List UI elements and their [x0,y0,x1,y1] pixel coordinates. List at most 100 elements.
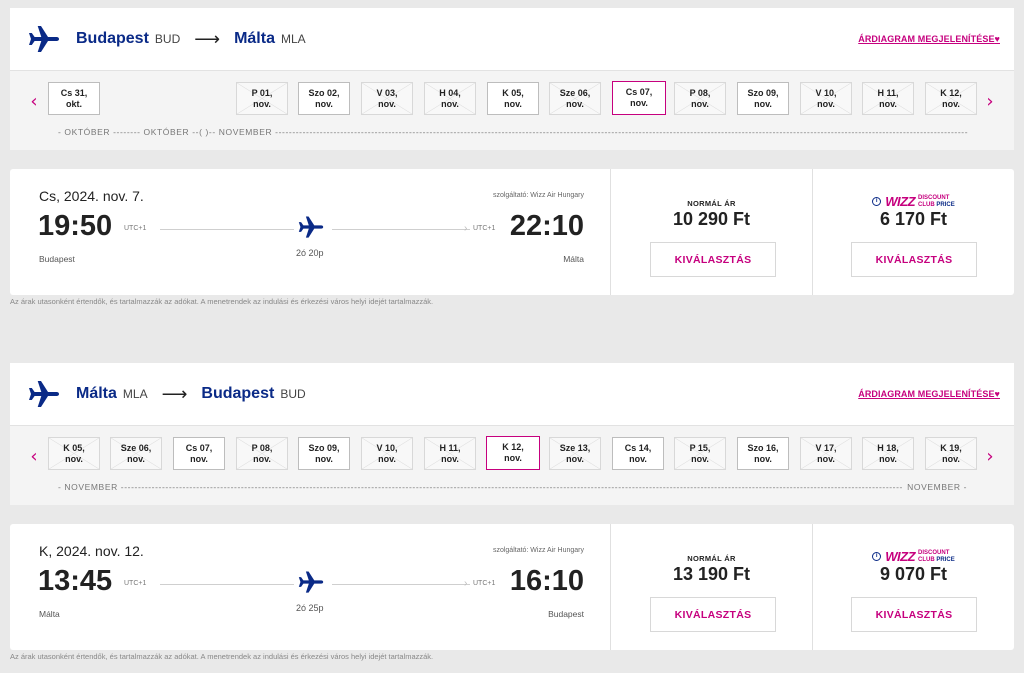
chevron-right-icon[interactable]: › [980,446,1000,467]
plane-icon [298,571,324,593]
departure-utc: UTC+1 [124,580,147,587]
date-day: Cs 07, [625,87,653,97]
date-month: nov. [253,454,271,464]
date-option: V 10, nov. [361,437,413,470]
date-option: V 10, nov. [800,82,852,115]
route-title: Málta MLA ⟶ Budapest BUD [76,363,314,425]
club-price: 6 170 Ft [879,209,948,229]
date-day: K 19, [940,443,962,453]
date-month: nov. [65,454,83,464]
club-price-column: i WIZZ DISCOUNT CLUB PRICE 9 070 Ft KIVÁ… [812,524,1014,650]
discount-club-badge: i WIZZ DISCOUNT CLUB PRICE [813,194,1014,209]
normal-price: 10 290 Ft [672,209,751,229]
flight-date: K, 2024. nov. 12. [39,543,144,559]
date-option: V 03, nov. [361,82,413,115]
arrival-utc: UTC+1 [473,580,496,587]
date-month: nov. [691,454,709,464]
wizz-discount-club-logo: WIZZ DISCOUNT CLUB PRICE [885,194,954,209]
from-code: MLA [122,387,148,401]
date-option[interactable]: Cs 14, nov. [612,437,664,470]
date-month: nov. [566,454,584,464]
date-day: Szo 09, [747,88,779,98]
chevron-left-icon[interactable]: ‹ [24,446,44,467]
chevron-right-icon[interactable]: › [980,91,1000,112]
club-line3: PRICE [936,201,955,208]
date-option[interactable]: Cs 07, nov. [612,81,666,115]
plane-icon [29,381,59,407]
date-option[interactable]: Szo 09, nov. [737,82,789,115]
flight-info: K, 2024. nov. 12. szolgáltató: Wizz Air … [10,524,610,650]
select-club-button[interactable]: KIVÁLASZTÁS [851,597,977,632]
date-month: nov. [441,99,459,109]
flight-duration: 2ó 25p [296,603,324,613]
select-normal-button[interactable]: KIVÁLASZTÁS [650,242,776,277]
date-month: nov. [630,98,648,108]
price-disclaimer: Az árak utasonként értendők, és tartalma… [10,297,434,306]
date-option[interactable]: K 12, nov. [486,436,540,470]
date-month: nov. [754,99,772,109]
date-day: K 12, [502,442,524,452]
plane-icon [298,216,324,238]
plane-icon [29,26,59,52]
info-icon[interactable]: i [872,552,882,561]
date-day: K 05, [502,88,524,98]
info-icon[interactable]: i [872,197,882,206]
heart-icon: ♥ [994,34,1000,44]
date-option: Sze 13, nov. [549,437,601,470]
normal-price-label: NORMÁL ÁR [687,554,736,563]
departure-time: 19:50 [38,210,113,242]
date-option[interactable]: Cs 07, nov. [173,437,225,470]
date-month: nov. [879,454,897,464]
date-option[interactable]: Cs 31, okt. [48,82,100,115]
price-chart-link-label: ÁRDIAGRAM MEGJELENÍTÉSE [858,34,995,44]
route-arrow: ⟶ [194,29,221,49]
date-option[interactable]: Szo 09, nov. [298,437,350,470]
date-month: nov. [754,454,772,464]
price-chart-link[interactable]: ÁRDIAGRAM MEGJELENÍTÉSE♥ [858,34,1000,44]
date-option: V 17, nov. [800,437,852,470]
date-month: nov. [378,99,396,109]
date-month: nov. [253,99,271,109]
date-day: Szo 16, [747,443,779,453]
operator-label: szolgáltató: Wizz Air Hungary [492,547,584,554]
chevron-right-icon: › [464,223,468,234]
date-month: nov. [942,99,960,109]
date-day: H 18, [877,443,899,453]
month-label-left: - OKTÓBER -------- OKTÓBER --( )-- NOVEM… [58,127,968,137]
select-club-button[interactable]: KIVÁLASZTÁS [851,242,977,277]
price-chart-link[interactable]: ÁRDIAGRAM MEGJELENÍTÉSE♥ [858,389,1000,399]
date-option[interactable]: Szo 02, nov. [298,82,350,115]
date-month: nov. [504,453,522,463]
arrival-utc: UTC+1 [473,225,496,232]
date-option: K 05, nov. [48,437,100,470]
to-code: BUD [280,387,306,401]
club-line2: CLUB [918,201,935,208]
date-month: nov. [504,99,522,109]
date-option: Sze 06, nov. [110,437,162,470]
date-option: P 08, nov. [674,82,726,115]
chevron-left-icon[interactable]: ‹ [24,91,44,112]
date-day: Cs 31, [60,88,88,98]
date-option: Sze 06, nov. [549,82,601,115]
club-line2: CLUB [918,556,935,563]
arrival-time: 16:10 [509,565,584,597]
from-city: Budapest [76,30,149,47]
flight-info: Cs, 2024. nov. 7. szolgáltató: Wizz Air … [10,169,610,295]
select-normal-button[interactable]: KIVÁLASZTÁS [650,597,776,632]
date-option[interactable]: K 05, nov. [487,82,539,115]
heart-icon: ♥ [994,389,1000,399]
date-strip: ‹ Cs 31, okt. P 01, nov. Szo 02, nov. V 03, nov… [10,70,1014,150]
arrival-city: Málta [563,254,584,264]
arrival-time: 22:10 [509,210,584,242]
date-option: H 11, nov. [862,82,914,115]
date-month: nov. [879,99,897,109]
date-option[interactable]: Szo 16, nov. [737,437,789,470]
route-header: Budapest BUD ⟶ Málta MLA ÁRDIAGRAM MEGJE… [10,8,1014,70]
route-line [160,229,294,230]
to-code: MLA [280,32,306,46]
chevron-right-icon: › [464,578,468,589]
date-day: V 10, [815,88,837,98]
date-strip: ‹ K 05, nov. Sze 06, nov. Cs 07, nov. P 08, nov… [10,425,1014,505]
club-line3: PRICE [936,556,955,563]
date-day: V 17, [815,443,837,453]
